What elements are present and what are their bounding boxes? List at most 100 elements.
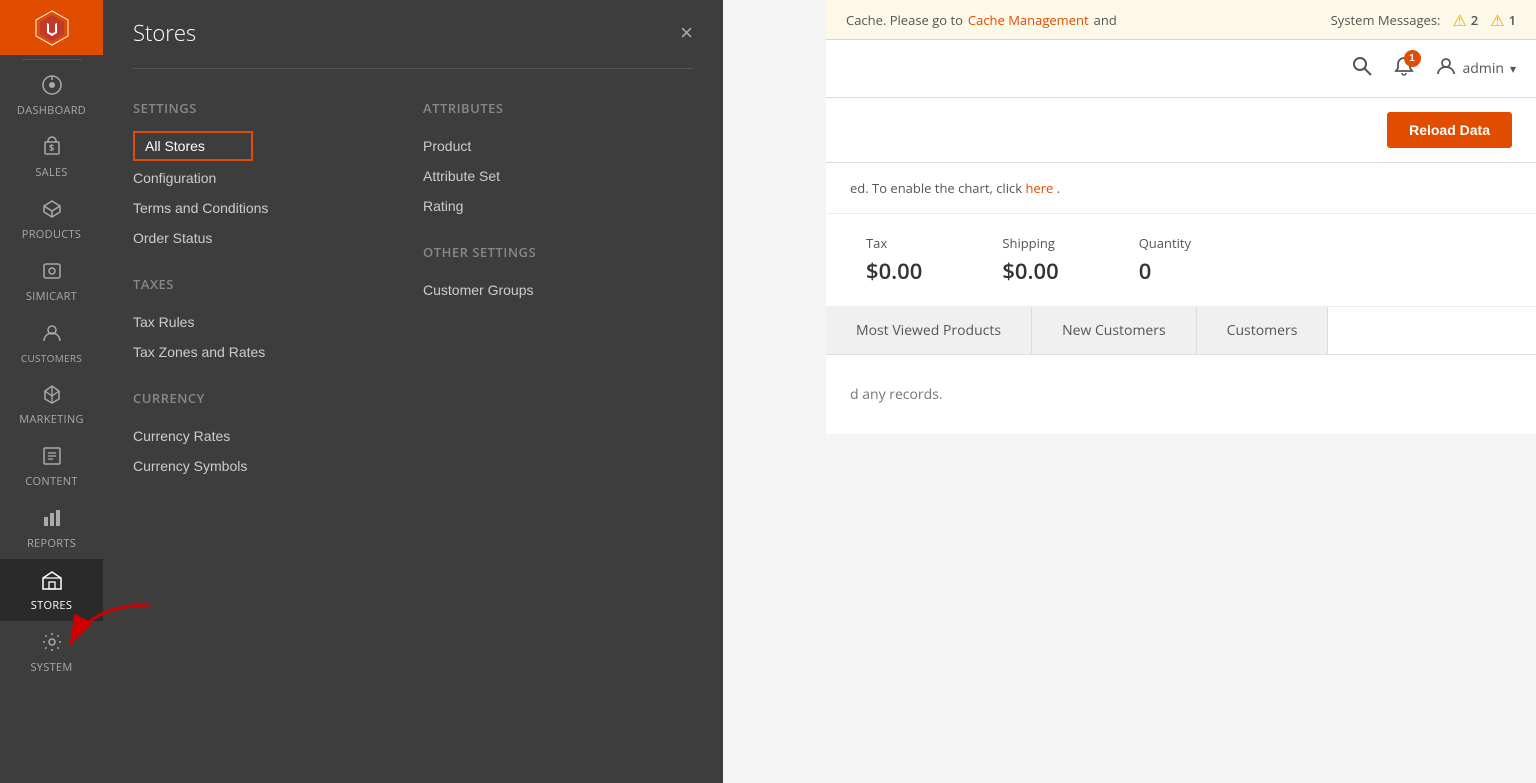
chevron-down-icon: ▾ bbox=[1510, 60, 1516, 77]
sidebar-item-stores[interactable]: Stores bbox=[0, 559, 103, 621]
stat-shipping: Shipping $0.00 bbox=[1002, 234, 1058, 286]
stores-menu-title: Stores bbox=[133, 18, 196, 48]
currency-rates-menu-item[interactable]: Currency Rates bbox=[133, 421, 403, 451]
sidebar-item-reports[interactable]: Reports bbox=[0, 497, 103, 559]
stat-tax-label: Tax bbox=[866, 234, 922, 252]
system-warning-badge-2: ⚠ 1 bbox=[1490, 9, 1516, 31]
chart-notice-link[interactable]: here bbox=[1025, 179, 1053, 197]
sidebar-item-label-marketing: Marketing bbox=[19, 412, 84, 427]
sidebar-item-sales[interactable]: $ Sales bbox=[0, 126, 103, 188]
configuration-menu-item[interactable]: Configuration bbox=[133, 163, 403, 193]
attribute-set-menu-item[interactable]: Attribute Set bbox=[423, 161, 693, 191]
currency-section-label: Currency bbox=[133, 389, 403, 407]
action-bar: Reload Data bbox=[826, 98, 1536, 163]
stores-col-left: Settings All Stores Configuration Terms … bbox=[133, 89, 423, 481]
notifications-button[interactable]: 1 bbox=[1393, 55, 1415, 83]
warning-count-1: 2 bbox=[1471, 11, 1478, 29]
marketing-icon bbox=[41, 383, 63, 408]
no-records-message: d any records. bbox=[850, 375, 1512, 414]
stores-menu: Stores × Settings All Stores Configurati… bbox=[103, 0, 723, 783]
reports-icon bbox=[41, 507, 63, 532]
stat-quantity-label: Quantity bbox=[1139, 234, 1191, 252]
customer-groups-menu-item[interactable]: Customer Groups bbox=[423, 275, 693, 305]
sidebar-item-label-sales: Sales bbox=[35, 165, 67, 180]
sidebar-item-label-customers: Customers bbox=[21, 351, 82, 365]
stats-row: Tax $0.00 Shipping $0.00 Quantity 0 bbox=[826, 214, 1536, 307]
table-area: d any records. bbox=[826, 355, 1536, 434]
sidebar-item-label-content: Content bbox=[25, 474, 77, 489]
user-icon bbox=[1435, 55, 1457, 77]
stores-icon bbox=[41, 569, 63, 594]
all-stores-menu-item[interactable]: All Stores bbox=[133, 131, 253, 161]
sidebar-item-label-simicart: Simicart bbox=[26, 289, 77, 304]
sidebar-item-label-dashboard: Dashboard bbox=[17, 103, 86, 118]
dashboard-content: Reload Data ed. To enable the chart, cli… bbox=[826, 98, 1536, 783]
sales-icon: $ bbox=[41, 136, 63, 161]
dashboard-icon bbox=[41, 74, 63, 99]
magento-logo-icon bbox=[33, 9, 71, 47]
system-warning-badge-1: ⚠ 2 bbox=[1452, 9, 1478, 31]
user-menu[interactable]: admin ▾ bbox=[1435, 55, 1516, 83]
warning-count-2: 1 bbox=[1509, 11, 1516, 29]
sidebar-item-simicart[interactable]: Simicart bbox=[0, 250, 103, 312]
currency-symbols-menu-item[interactable]: Currency Symbols bbox=[133, 451, 403, 481]
sidebar-item-label-system: System bbox=[30, 660, 72, 675]
settings-section-label: Settings bbox=[133, 99, 403, 117]
other-settings-section: Other Settings Customer Groups bbox=[423, 243, 693, 305]
order-status-menu-item[interactable]: Order Status bbox=[133, 223, 403, 253]
stores-col-right: Attributes Product Attribute Set Rating … bbox=[423, 89, 693, 481]
sidebar-divider bbox=[22, 59, 82, 60]
user-avatar-icon bbox=[1435, 55, 1457, 83]
chart-notice: ed. To enable the chart, click here . bbox=[826, 163, 1536, 214]
tab-new-customers[interactable]: New Customers bbox=[1032, 307, 1197, 354]
warning-icon-2: ⚠ bbox=[1490, 9, 1504, 31]
header-bar: 1 admin ▾ bbox=[826, 40, 1536, 98]
attributes-section-label: Attributes bbox=[423, 99, 693, 117]
cache-message: Cache. Please go to Cache Management and bbox=[846, 11, 1117, 29]
products-icon bbox=[41, 198, 63, 223]
cache-message-prefix: Cache. Please go to bbox=[846, 11, 963, 29]
sidebar-item-content[interactable]: Content bbox=[0, 435, 103, 497]
cache-message-suffix: and bbox=[1094, 11, 1117, 29]
sidebar-item-customers[interactable]: Customers bbox=[0, 312, 103, 373]
sidebar-item-label-products: Products bbox=[22, 227, 81, 242]
stat-shipping-value: $0.00 bbox=[1002, 256, 1058, 286]
stat-tax: Tax $0.00 bbox=[866, 234, 922, 286]
sidebar-item-products[interactable]: Products bbox=[0, 188, 103, 250]
search-icon bbox=[1351, 55, 1373, 77]
other-settings-section-label: Other Settings bbox=[423, 243, 693, 261]
sidebar-item-dashboard[interactable]: Dashboard bbox=[0, 64, 103, 126]
customers-icon bbox=[41, 322, 63, 347]
tab-customers[interactable]: Customers bbox=[1197, 307, 1329, 354]
taxes-section: Taxes Tax Rules Tax Zones and Rates bbox=[133, 275, 403, 367]
system-icon bbox=[41, 631, 63, 656]
stat-quantity-value: 0 bbox=[1139, 256, 1191, 286]
tab-most-viewed-products[interactable]: Most Viewed Products bbox=[826, 307, 1032, 354]
sidebar-item-system[interactable]: System bbox=[0, 621, 103, 683]
cache-management-link[interactable]: Cache Management bbox=[968, 11, 1089, 29]
notification-badge: 1 bbox=[1404, 50, 1421, 67]
currency-section: Currency Currency Rates Currency Symbols bbox=[133, 389, 403, 481]
svg-text:$: $ bbox=[49, 141, 54, 154]
user-name-label: admin bbox=[1463, 59, 1504, 78]
sidebar-item-marketing[interactable]: Marketing bbox=[0, 373, 103, 435]
rating-menu-item[interactable]: Rating bbox=[423, 191, 693, 221]
terms-conditions-menu-item[interactable]: Terms and Conditions bbox=[133, 193, 403, 223]
reload-data-button[interactable]: Reload Data bbox=[1387, 112, 1512, 148]
sidebar-item-label-stores: Stores bbox=[31, 598, 72, 613]
product-menu-item[interactable]: Product bbox=[423, 131, 693, 161]
simicart-icon bbox=[41, 260, 63, 285]
warning-icon-1: ⚠ bbox=[1452, 9, 1466, 31]
tax-rules-menu-item[interactable]: Tax Rules bbox=[133, 307, 403, 337]
stat-shipping-label: Shipping bbox=[1002, 234, 1058, 252]
tabs-row: Most Viewed Products New Customers Custo… bbox=[826, 307, 1536, 355]
sidebar: Dashboard $ Sales Products Simicart Cust… bbox=[0, 0, 103, 783]
stores-menu-close-button[interactable]: × bbox=[680, 22, 693, 44]
system-messages-label: System Messages: bbox=[1331, 11, 1441, 29]
stores-menu-header: Stores × bbox=[133, 0, 693, 69]
search-button[interactable] bbox=[1351, 55, 1373, 83]
stat-tax-value: $0.00 bbox=[866, 256, 922, 286]
stat-quantity: Quantity 0 bbox=[1139, 234, 1191, 286]
tax-zones-rates-menu-item[interactable]: Tax Zones and Rates bbox=[133, 337, 403, 367]
sidebar-logo bbox=[0, 0, 103, 55]
